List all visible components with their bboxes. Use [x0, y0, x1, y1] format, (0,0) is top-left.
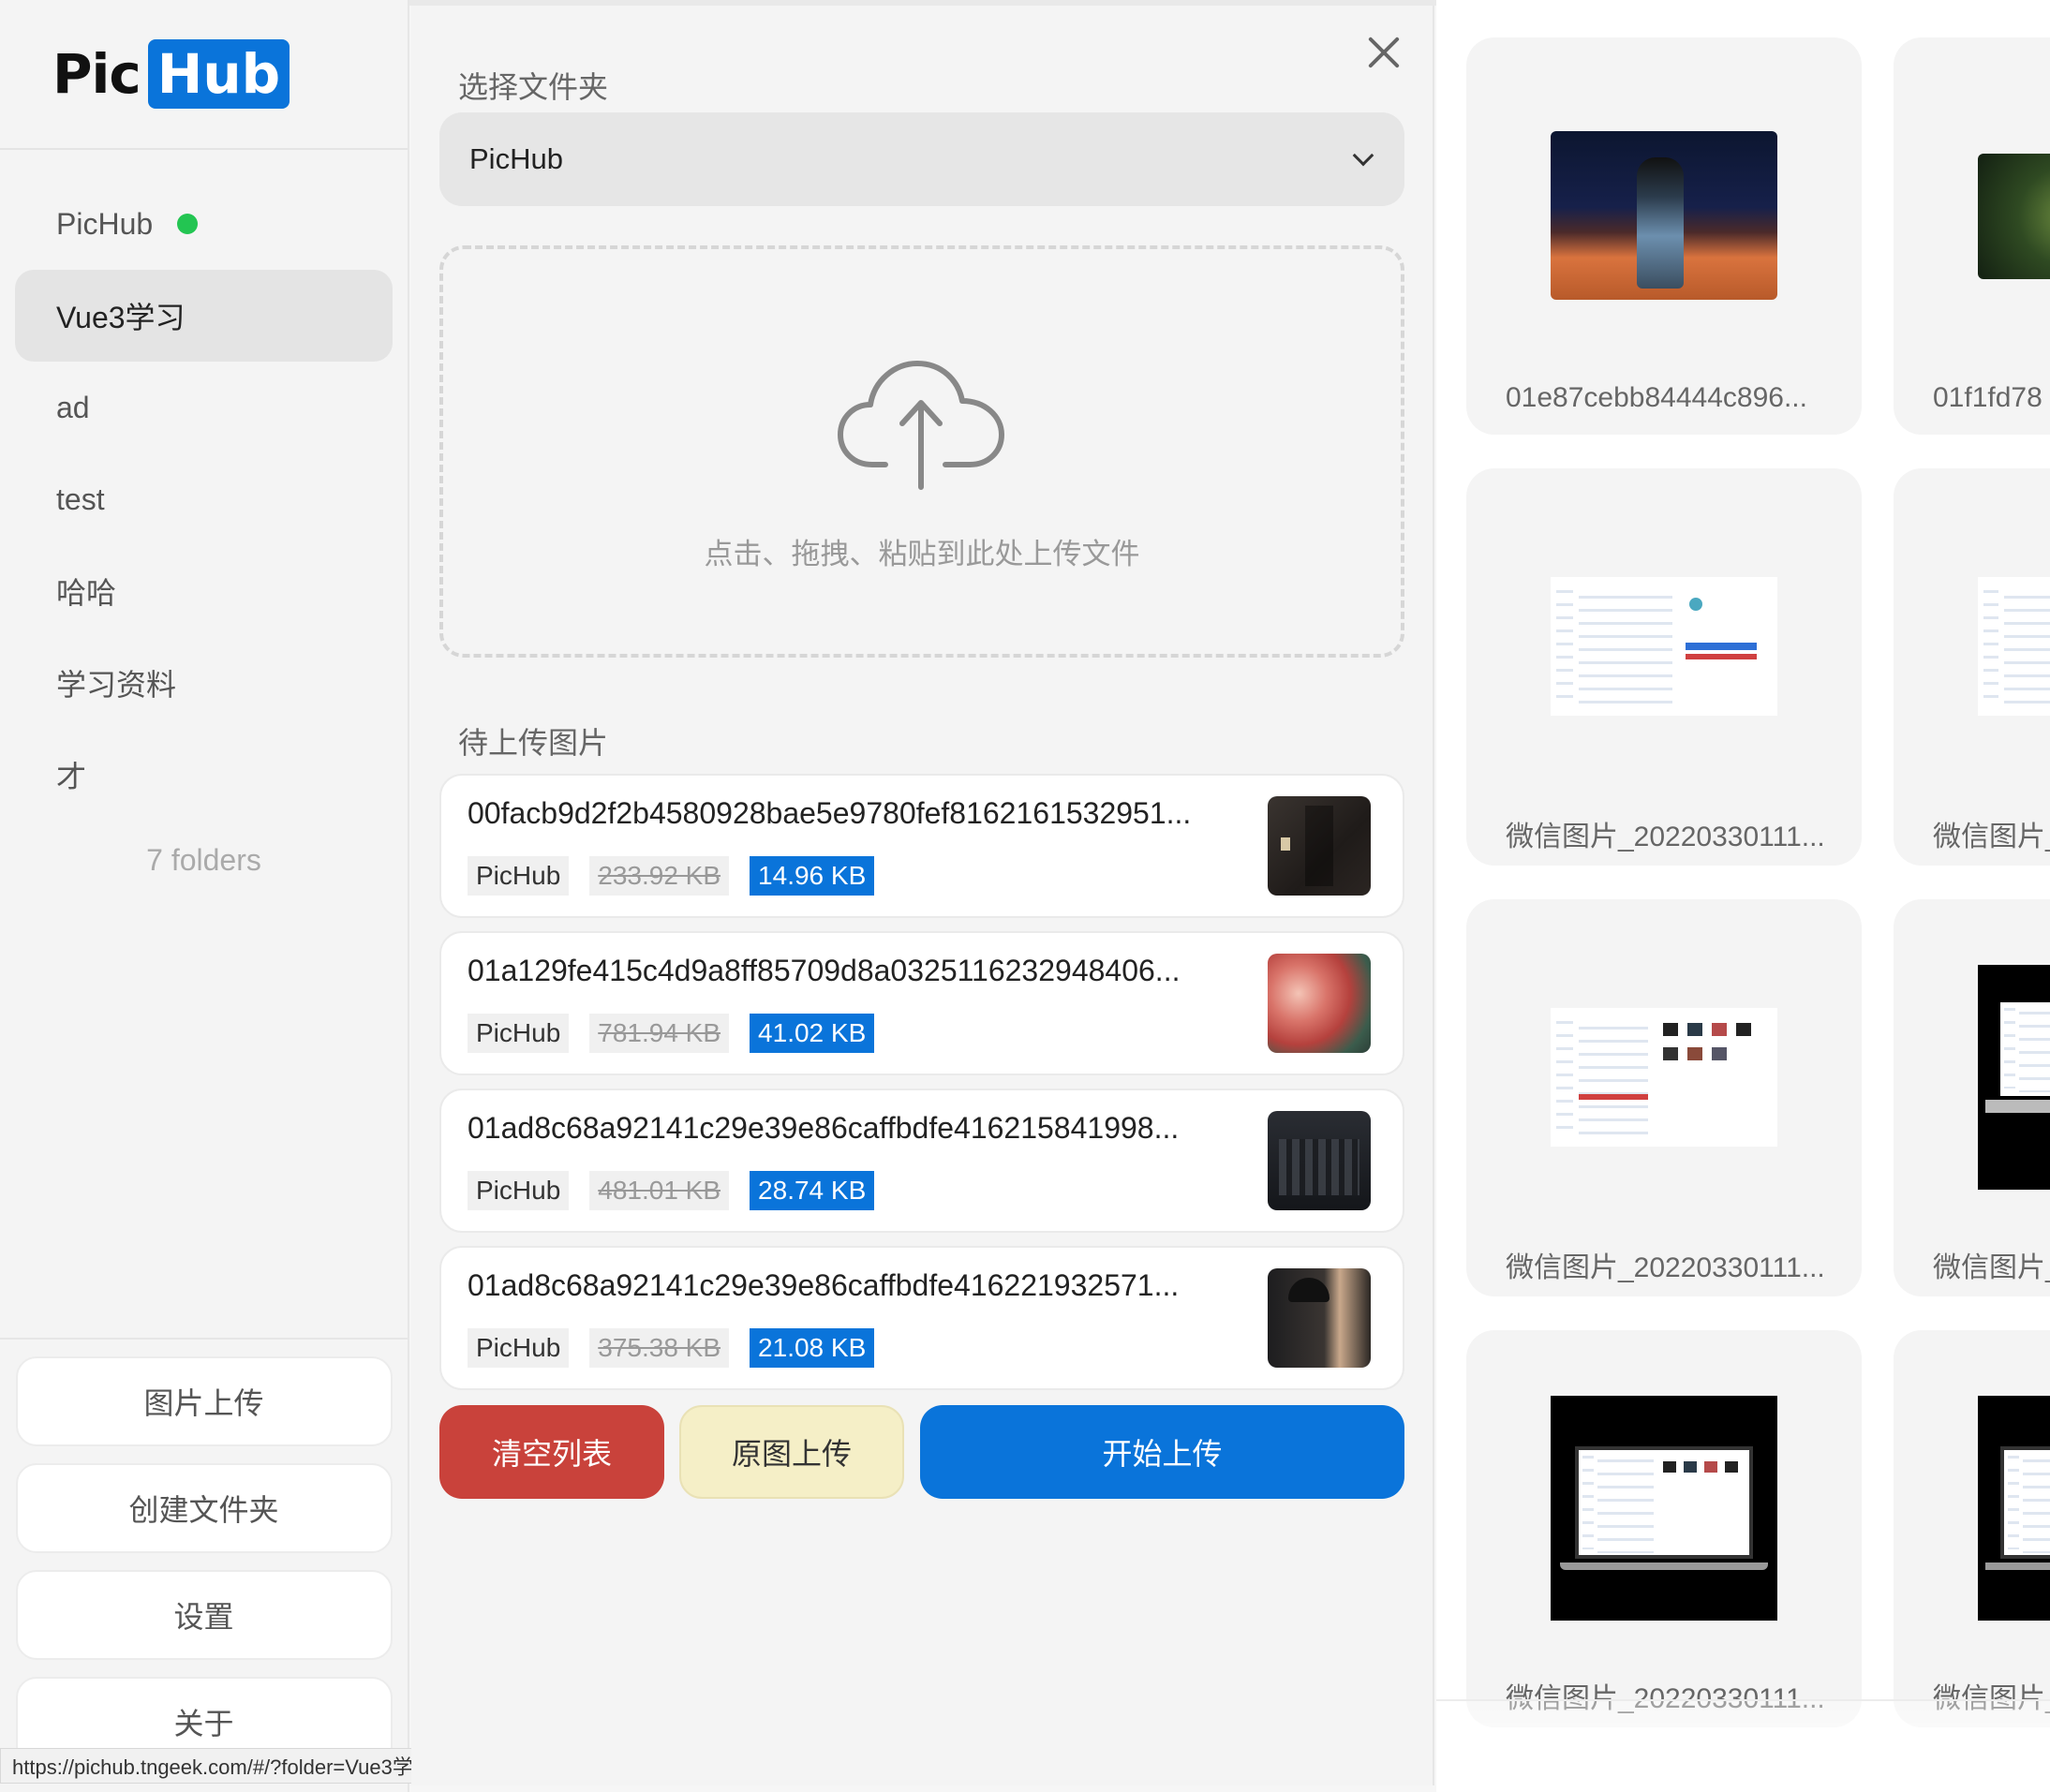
gallery-card[interactable]: 01e87cebb84444c896...	[1466, 37, 1862, 435]
queue-item-tags: PicHub 233.92 KB 14.96 KB	[468, 856, 875, 896]
queue-item-tags: PicHub 375.38 KB 21.08 KB	[468, 1328, 875, 1368]
queue-item-filename: 01a129fe415c4d9a8ff85709d8a0325116232948…	[468, 954, 1181, 987]
gallery-card-image	[1978, 1396, 2050, 1621]
upload-dropzone[interactable]: 点击、拖拽、粘贴到此处上传文件	[439, 245, 1404, 658]
folder-tag: PicHub	[468, 1328, 570, 1368]
gallery-card-image	[1551, 1396, 1777, 1621]
folder-tag: PicHub	[468, 1171, 570, 1210]
gallery-card[interactable]: 01f1fd78	[1894, 37, 2050, 435]
create-folder-button[interactable]: 创建文件夹	[15, 1463, 393, 1553]
folder-tag: PicHub	[468, 856, 570, 896]
sidebar-item-label: ad	[56, 390, 90, 424]
gallery-card-image	[1978, 577, 2050, 716]
sidebar-item-label: 才	[56, 760, 87, 793]
logo[interactable]: Pic Hub	[0, 0, 408, 150]
gallery-card[interactable]: 微信图片_	[1894, 899, 2050, 1296]
sidebar-item-label: test	[56, 481, 105, 516]
gallery-card-name: 微信图片_	[1933, 1252, 2050, 1283]
sidebar-item-study-materials[interactable]: 学习资料	[15, 637, 393, 729]
gallery-card[interactable]: 微信图片_20220330111...	[1466, 468, 1862, 866]
sidebar-item-label: PicHub	[56, 206, 154, 241]
queue-item-tags: PicHub 781.94 KB 41.02 KB	[468, 1014, 875, 1053]
queue-item-tags: PicHub 481.01 KB 28.74 KB	[468, 1171, 875, 1210]
compressed-size-tag: 41.02 KB	[750, 1014, 875, 1053]
queue-item[interactable]: 01ad8c68a92141c29e39e86caffbdfe416215841…	[439, 1089, 1404, 1233]
queue-item[interactable]: 01ad8c68a92141c29e39e86caffbdfe416221932…	[439, 1246, 1404, 1390]
queue-item-thumbnail	[1268, 1268, 1371, 1368]
compressed-size-tag: 21.08 KB	[750, 1328, 875, 1368]
gallery-card[interactable]: 微信图片_	[1894, 1330, 2050, 1727]
gallery-card[interactable]: 微信图片_	[1894, 468, 2050, 866]
gallery-card-name: 微信图片_20220330111...	[1506, 822, 1825, 852]
original-upload-button[interactable]: 原图上传	[679, 1405, 904, 1499]
sidebar-item-label: 学习资料	[56, 668, 177, 702]
original-size-tag: 481.01 KB	[589, 1171, 730, 1210]
queue-item-thumbnail	[1268, 796, 1371, 896]
original-size-tag: 233.92 KB	[589, 856, 730, 896]
gallery-card-name: 01e87cebb84444c896...	[1506, 382, 1807, 413]
gallery-card-name: 微信图片_	[1933, 822, 2050, 852]
folder-select[interactable]: PicHub	[439, 112, 1404, 206]
sidebar-item-haha[interactable]: 哈哈	[15, 545, 393, 637]
image-gallery: 01e87cebb84444c896... 01f1fd78 微信图片_2022…	[1436, 0, 2050, 1792]
compressed-size-tag: 14.96 KB	[750, 856, 875, 896]
sidebar-item-cai[interactable]: 才	[15, 729, 393, 821]
select-folder-title: 选择文件夹	[458, 70, 609, 104]
gallery-card-image	[1551, 1008, 1777, 1147]
clear-list-button[interactable]: 清空列表	[439, 1405, 664, 1499]
original-size-tag: 781.94 KB	[589, 1014, 730, 1053]
folder-list: PicHub Vue3学习 ad test 哈哈 学习资料 才	[0, 150, 408, 821]
gallery-bottom-fade	[1436, 1699, 2050, 1792]
settings-button[interactable]: 设置	[15, 1570, 393, 1660]
gallery-card-name: 01f1fd78	[1933, 382, 2043, 413]
sidebar-item-ad[interactable]: ad	[15, 362, 393, 453]
online-status-dot	[177, 214, 199, 234]
gallery-card-image	[1551, 131, 1777, 300]
cloud-upload-icon	[838, 361, 1004, 490]
sidebar-item-label: 哈哈	[56, 576, 117, 610]
sidebar-item-vue3[interactable]: Vue3学习	[15, 270, 393, 362]
folder-tag: PicHub	[468, 1014, 570, 1053]
image-upload-button[interactable]: 图片上传	[15, 1356, 393, 1446]
logo-hub-text: Hub	[147, 39, 290, 109]
upload-panel: 选择文件夹 PicHub 点击、拖拽、粘贴到此处上传文件 待上传图片 00fac…	[411, 6, 1434, 1785]
sidebar-item-pichub[interactable]: PicHub	[15, 178, 393, 270]
compressed-size-tag: 28.74 KB	[750, 1171, 875, 1210]
status-bar-url: https://pichub.tngeek.com/#/?folder=Vue3…	[0, 1748, 446, 1784]
queue-item-filename: 00facb9d2f2b4580928bae5e9780fef816216153…	[468, 796, 1192, 830]
gallery-card-image	[1551, 577, 1777, 716]
sidebar-actions: 图片上传 创建文件夹 设置 关于	[0, 1338, 408, 1792]
gallery-card[interactable]: 微信图片_20220330111...	[1466, 1330, 1862, 1727]
queue-item-filename: 01ad8c68a92141c29e39e86caffbdfe416221932…	[468, 1268, 1180, 1302]
pending-images-title: 待上传图片	[458, 726, 609, 760]
logo-pic-text: Pic	[52, 42, 141, 106]
gallery-card-image	[1978, 154, 2050, 279]
gallery-card-image	[1978, 965, 2050, 1190]
folder-select-value: PicHub	[469, 142, 563, 175]
chevron-down-icon	[1352, 144, 1374, 167]
dropzone-hint: 点击、拖拽、粘贴到此处上传文件	[704, 538, 1140, 570]
sidebar: Pic Hub PicHub Vue3学习 ad test 哈哈 学习资料 才 …	[0, 0, 409, 1792]
gallery-card-name: 微信图片_20220330111...	[1506, 1252, 1825, 1283]
folder-count: 7 folders	[146, 843, 261, 877]
queue-item[interactable]: 01a129fe415c4d9a8ff85709d8a0325116232948…	[439, 931, 1404, 1075]
original-size-tag: 375.38 KB	[589, 1328, 730, 1368]
close-icon[interactable]	[1361, 32, 1408, 79]
queue-item-thumbnail	[1268, 954, 1371, 1053]
queue-item-thumbnail	[1268, 1111, 1371, 1210]
queue-item[interactable]: 00facb9d2f2b4580928bae5e9780fef816216153…	[439, 774, 1404, 918]
gallery-card[interactable]: 微信图片_20220330111...	[1466, 899, 1862, 1296]
queue-item-filename: 01ad8c68a92141c29e39e86caffbdfe416215841…	[468, 1111, 1180, 1145]
start-upload-button[interactable]: 开始上传	[920, 1405, 1404, 1499]
sidebar-item-label: Vue3学习	[56, 301, 186, 334]
sidebar-item-test[interactable]: test	[15, 453, 393, 545]
